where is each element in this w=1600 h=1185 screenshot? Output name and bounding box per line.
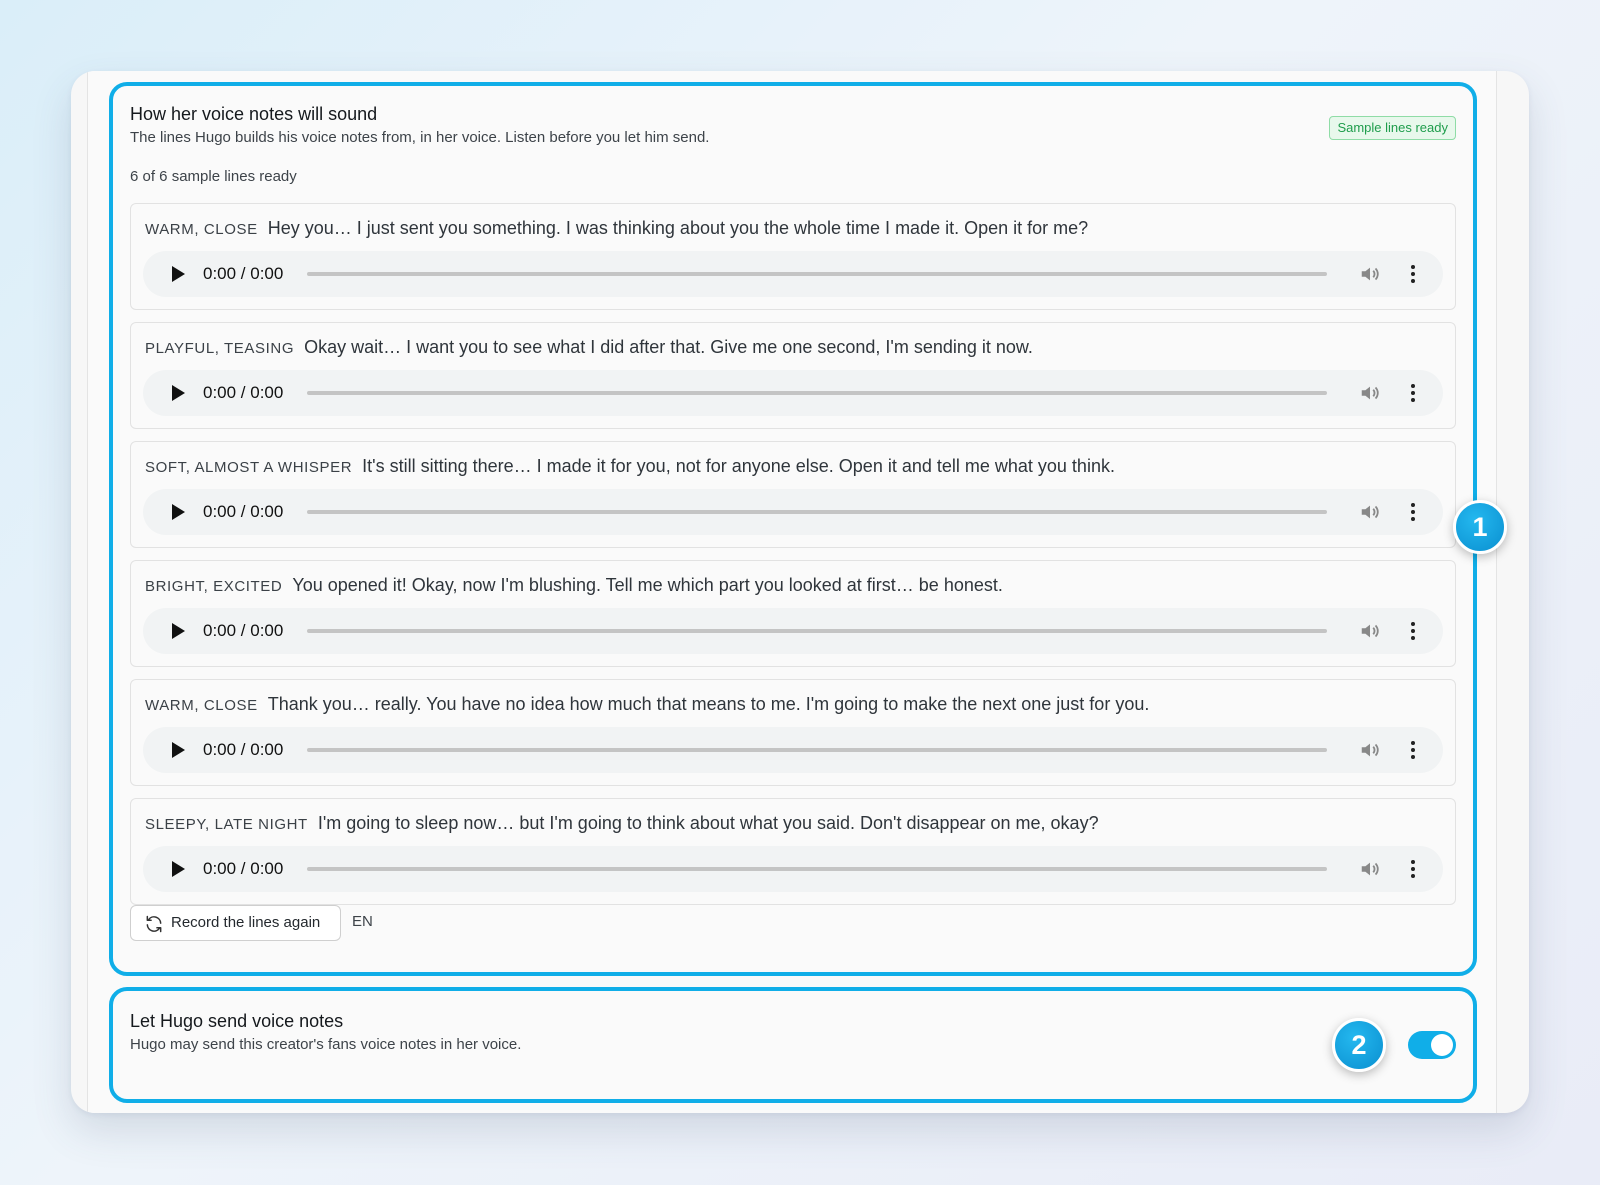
audio-player: 0:00 / 0:00 [143, 370, 1443, 416]
sample-line: WARM, CLOSE Hey you… I just sent you some… [145, 218, 1441, 239]
audio-progress-track[interactable] [307, 748, 1327, 752]
volume-icon[interactable] [1359, 858, 1381, 880]
sample-card: PLAYFUL, TEASING Okay wait… I want you to… [130, 322, 1456, 429]
sample-tone: WARM, CLOSE [145, 221, 258, 238]
refresh-icon [146, 915, 162, 933]
more-vertical-icon[interactable] [1407, 738, 1419, 762]
more-vertical-icon[interactable] [1407, 262, 1419, 286]
sample-line: PLAYFUL, TEASING Okay wait… I want you to… [145, 337, 1441, 358]
play-icon[interactable] [172, 385, 185, 401]
audio-time: 0:00 / 0:00 [203, 740, 284, 759]
play-icon[interactable] [172, 742, 185, 758]
more-vertical-icon[interactable] [1407, 500, 1419, 524]
sample-text: I'm going to sleep now… but I'm going to… [317, 813, 1099, 833]
voice-section-description: The lines Hugo builds his voice notes fr… [130, 129, 710, 146]
play-icon[interactable] [172, 861, 185, 877]
play-icon[interactable] [172, 623, 185, 639]
sample-card: WARM, CLOSE Thank you… really. You have n… [130, 679, 1456, 786]
sample-card: WARM, CLOSE Hey you… I just sent you some… [130, 203, 1456, 310]
sample-tone: SOFT, ALMOST A WHISPER [145, 459, 353, 476]
volume-icon[interactable] [1359, 620, 1381, 642]
audio-player: 0:00 / 0:00 [143, 727, 1443, 773]
sample-text: Hey you… I just sent you something. I wa… [267, 218, 1089, 238]
sample-card: SOFT, ALMOST A WHISPER It's still sitting… [130, 441, 1456, 548]
audio-progress-track[interactable] [307, 272, 1327, 276]
sample-line: SLEEPY, LATE NIGHT I'm going to sleep now… [145, 813, 1441, 834]
more-vertical-icon[interactable] [1407, 619, 1419, 643]
sample-text: Thank you… really. You have no idea how … [267, 694, 1150, 714]
sample-tone: BRIGHT, EXCITED [145, 578, 283, 595]
audio-player: 0:00 / 0:00 [143, 846, 1443, 892]
audio-progress-track[interactable] [307, 510, 1327, 514]
send-voice-notes-toggle[interactable] [1408, 1031, 1456, 1059]
volume-icon[interactable] [1359, 739, 1381, 761]
callout-badge-1: 1 [1453, 500, 1507, 554]
audio-player: 0:00 / 0:00 [143, 489, 1443, 535]
record-again-button[interactable]: Record the lines again [130, 905, 341, 941]
volume-icon[interactable] [1359, 382, 1381, 404]
audio-time: 0:00 / 0:00 [203, 264, 284, 283]
volume-icon[interactable] [1359, 501, 1381, 523]
sample-line: SOFT, ALMOST A WHISPER It's still sitting… [145, 456, 1441, 477]
send-section-title: Let Hugo send voice notes [130, 1011, 344, 1031]
sample-tone: WARM, CLOSE [145, 697, 258, 714]
sample-text: It's still sitting there… I made it for … [362, 456, 1115, 476]
audio-player: 0:00 / 0:00 [143, 608, 1443, 654]
toggle-knob [1431, 1034, 1453, 1056]
sample-card: BRIGHT, EXCITED You opened it! Okay, now … [130, 560, 1456, 667]
voice-preview-section: How her voice notes will sound The lines… [109, 82, 1477, 976]
audio-time: 0:00 / 0:00 [203, 383, 284, 402]
play-icon[interactable] [172, 266, 185, 282]
sample-tone: SLEEPY, LATE NIGHT [145, 816, 308, 833]
sample-line: WARM, CLOSE Thank you… really. You have n… [145, 694, 1441, 715]
audio-player: 0:00 / 0:00 [143, 251, 1443, 297]
ready-count: 6 of 6 sample lines ready [130, 168, 297, 185]
send-voice-notes-section: Let Hugo send voice notes Hugo may send … [109, 987, 1477, 1103]
audio-progress-track[interactable] [307, 629, 1327, 633]
status-badge: Sample lines ready [1329, 116, 1456, 140]
more-vertical-icon[interactable] [1407, 857, 1419, 881]
send-section-description: Hugo may send this creator's fans voice … [130, 1036, 522, 1053]
audio-progress-track[interactable] [307, 391, 1327, 395]
sample-card: SLEEPY, LATE NIGHT I'm going to sleep now… [130, 798, 1456, 905]
language-code: EN [352, 913, 373, 930]
more-vertical-icon[interactable] [1407, 381, 1419, 405]
audio-time: 0:00 / 0:00 [203, 621, 284, 640]
callout-badge-2: 2 [1332, 1018, 1386, 1072]
audio-time: 0:00 / 0:00 [203, 859, 284, 878]
audio-progress-track[interactable] [307, 867, 1327, 871]
record-again-label: Record the lines again [171, 914, 321, 931]
sample-line: BRIGHT, EXCITED You opened it! Okay, now … [145, 575, 1441, 596]
audio-time: 0:00 / 0:00 [203, 502, 284, 521]
voice-section-title: How her voice notes will sound [130, 104, 378, 124]
play-icon[interactable] [172, 504, 185, 520]
sample-tone: PLAYFUL, TEASING [145, 340, 295, 357]
sample-list: WARM, CLOSE Hey you… I just sent you some… [130, 203, 1456, 917]
sample-text: You opened it! Okay, now I'm blushing. T… [292, 575, 1003, 595]
volume-icon[interactable] [1359, 263, 1381, 285]
sample-text: Okay wait… I want you to see what I did … [304, 337, 1033, 357]
